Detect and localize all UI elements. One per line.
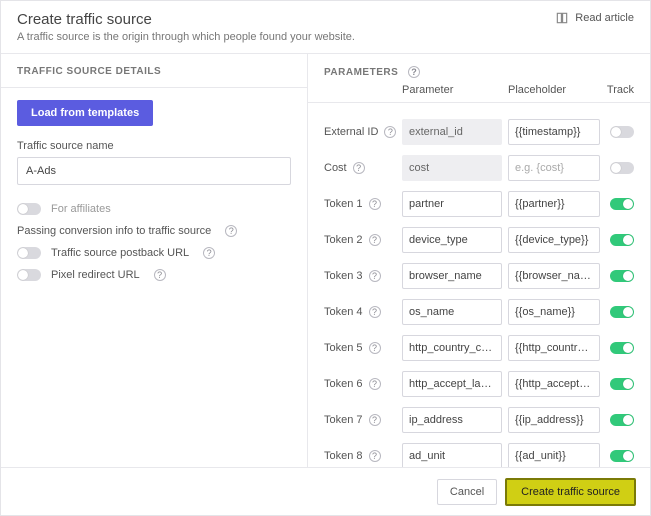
page-title: Create traffic source: [17, 11, 355, 28]
help-icon[interactable]: ?: [369, 414, 381, 426]
affiliates-label: For affiliates: [51, 203, 111, 215]
track-toggle[interactable]: [610, 162, 634, 174]
parameter-input[interactable]: [402, 443, 502, 467]
param-label: External ID: [324, 126, 378, 138]
load-templates-button[interactable]: Load from templates: [17, 100, 153, 126]
param-row: Token 8?: [308, 438, 650, 467]
placeholder-input[interactable]: [508, 443, 600, 467]
help-icon[interactable]: ?: [225, 225, 237, 237]
param-label: Token 1: [324, 198, 363, 210]
track-toggle[interactable]: [610, 450, 634, 462]
parameter-input[interactable]: [402, 227, 502, 253]
parameter-input[interactable]: [402, 263, 502, 289]
placeholder-input[interactable]: [508, 407, 600, 433]
track-toggle[interactable]: [610, 126, 634, 138]
placeholder-input[interactable]: [508, 371, 600, 397]
param-row: Token 3?: [308, 258, 650, 294]
help-icon[interactable]: ?: [369, 378, 381, 390]
param-label: Token 8: [324, 450, 363, 462]
placeholder-input[interactable]: [508, 191, 600, 217]
parameter-input[interactable]: [402, 299, 502, 325]
param-label: Token 5: [324, 342, 363, 354]
placeholder-input[interactable]: [508, 335, 600, 361]
param-label: Token 6: [324, 378, 363, 390]
track-toggle[interactable]: [610, 414, 634, 426]
right-section-title: PARAMETERS: [324, 67, 398, 78]
help-icon[interactable]: ?: [353, 162, 365, 174]
placeholder-input[interactable]: [508, 119, 600, 145]
parameter-input: [402, 119, 502, 145]
col-track: Track: [600, 84, 634, 96]
affiliates-toggle[interactable]: [17, 203, 41, 215]
help-icon[interactable]: ?: [384, 126, 396, 138]
help-icon[interactable]: ?: [369, 342, 381, 354]
param-row: Token 4?: [308, 294, 650, 330]
postback-label: Traffic source postback URL: [51, 247, 189, 259]
help-icon[interactable]: ?: [369, 270, 381, 282]
track-toggle[interactable]: [610, 378, 634, 390]
pixel-toggle[interactable]: [17, 269, 41, 281]
postback-toggle[interactable]: [17, 247, 41, 259]
cancel-button[interactable]: Cancel: [437, 479, 497, 505]
param-row: Token 5?: [308, 330, 650, 366]
help-icon[interactable]: ?: [369, 450, 381, 462]
help-icon[interactable]: ?: [154, 269, 166, 281]
create-button[interactable]: Create traffic source: [505, 478, 636, 506]
page-subtitle: A traffic source is the origin through w…: [17, 31, 355, 43]
param-row: Token 2?: [308, 222, 650, 258]
track-toggle[interactable]: [610, 270, 634, 282]
param-label: Cost: [324, 162, 347, 174]
parameter-input[interactable]: [402, 371, 502, 397]
passing-info-title: Passing conversion info to traffic sourc…: [17, 225, 211, 237]
parameter-input: [402, 155, 502, 181]
parameter-input[interactable]: [402, 191, 502, 217]
placeholder-input[interactable]: [508, 155, 600, 181]
help-icon[interactable]: ?: [369, 306, 381, 318]
param-label: Token 3: [324, 270, 363, 282]
param-row: Token 7?: [308, 402, 650, 438]
read-article-link[interactable]: Read article: [555, 11, 634, 25]
param-label: Token 7: [324, 414, 363, 426]
placeholder-input[interactable]: [508, 227, 600, 253]
col-parameter: Parameter: [402, 84, 502, 96]
param-row: Cost?: [308, 150, 650, 186]
book-icon: [555, 11, 569, 25]
source-name-label: Traffic source name: [17, 140, 291, 152]
parameter-input[interactable]: [402, 407, 502, 433]
read-article-label: Read article: [575, 12, 634, 24]
param-row: Token 6?: [308, 366, 650, 402]
placeholder-input[interactable]: [508, 299, 600, 325]
pixel-label: Pixel redirect URL: [51, 269, 140, 281]
col-placeholder: Placeholder: [508, 84, 600, 96]
placeholder-input[interactable]: [508, 263, 600, 289]
help-icon[interactable]: ?: [203, 247, 215, 259]
param-row: External ID?: [308, 114, 650, 150]
left-section-title: TRAFFIC SOURCE DETAILS: [1, 54, 307, 88]
param-row: Token 1?: [308, 186, 650, 222]
help-icon[interactable]: ?: [369, 198, 381, 210]
track-toggle[interactable]: [610, 234, 634, 246]
track-toggle[interactable]: [610, 342, 634, 354]
help-icon[interactable]: ?: [408, 66, 420, 78]
source-name-input[interactable]: [17, 157, 291, 185]
parameter-list[interactable]: External ID?Cost?Token 1?Token 2?Token 3…: [308, 114, 650, 467]
track-toggle[interactable]: [610, 198, 634, 210]
help-icon[interactable]: ?: [369, 234, 381, 246]
param-label: Token 4: [324, 306, 363, 318]
parameter-input[interactable]: [402, 335, 502, 361]
track-toggle[interactable]: [610, 306, 634, 318]
param-label: Token 2: [324, 234, 363, 246]
